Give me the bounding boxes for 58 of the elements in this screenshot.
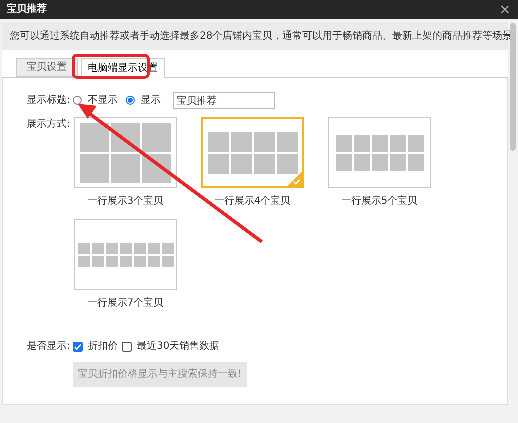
radio-label: 显示 <box>141 94 161 108</box>
hint-text: 宝贝折扣价格显示与主搜索保持一致! <box>73 362 248 387</box>
item-placeholder <box>80 154 109 182</box>
window-title: 宝贝推荐 <box>7 2 47 17</box>
item-placeholder <box>408 134 424 152</box>
tab[interactable]: 宝贝设置 <box>16 58 78 77</box>
item-placeholder <box>120 242 132 254</box>
check-icon <box>288 172 302 186</box>
item-placeholder <box>92 242 104 254</box>
checkbox-label: 最近30天销售数据 <box>137 340 220 354</box>
option-label: 一行展示4个宝贝 <box>214 194 291 209</box>
item-placeholder <box>390 134 406 152</box>
item-placeholder <box>276 132 298 152</box>
checkbox-label: 折扣价 <box>88 340 118 354</box>
item-placeholder <box>78 242 90 254</box>
field-label: 展示方式: <box>27 118 72 132</box>
item-placeholder <box>372 134 388 152</box>
item-placeholder <box>354 154 370 170</box>
option-label: 一行展示5个宝贝 <box>341 194 418 209</box>
item-placeholder <box>134 256 146 266</box>
field-label: 是否显示: <box>27 340 72 354</box>
checkbox[interactable] <box>122 342 132 352</box>
item-placeholder <box>408 154 424 170</box>
item-placeholder <box>230 154 252 174</box>
field-label: 显示标题: <box>27 94 67 108</box>
item-placeholder <box>142 122 171 152</box>
item-placeholder <box>208 132 228 152</box>
item-placeholder <box>92 256 104 266</box>
item-placeholder <box>390 154 406 170</box>
item-placeholder <box>354 134 370 152</box>
item-placeholder <box>148 256 160 266</box>
item-placeholder <box>106 256 118 266</box>
option-label: 一行展示3个宝贝 <box>87 194 164 209</box>
close-button[interactable]: × <box>499 2 511 16</box>
item-placeholder <box>111 154 140 182</box>
radio-button[interactable] <box>126 96 135 105</box>
item-placeholder <box>254 132 274 152</box>
checkbox[interactable] <box>73 342 83 352</box>
item-placeholder <box>80 122 109 152</box>
title-input[interactable]: 宝贝推荐 <box>173 92 275 109</box>
item-placeholder <box>208 154 228 174</box>
item-placeholder <box>372 154 388 170</box>
layout-option[interactable] <box>74 117 177 188</box>
scrollbar[interactable] <box>510 23 516 151</box>
item-placeholder <box>162 256 174 266</box>
item-placeholder <box>106 242 118 254</box>
item-placeholder <box>230 132 252 152</box>
item-placeholder <box>78 256 90 266</box>
item-placeholder <box>120 256 132 266</box>
item-placeholder <box>276 154 298 174</box>
item-placeholder <box>162 242 174 254</box>
item-placeholder <box>336 134 352 152</box>
option-label: 一行展示7个宝贝 <box>87 296 164 311</box>
item-placeholder <box>134 242 146 254</box>
item-placeholder <box>148 242 160 254</box>
item-placeholder <box>336 154 352 170</box>
item-placeholder <box>254 154 274 174</box>
radio-label: 不显示 <box>88 94 118 108</box>
